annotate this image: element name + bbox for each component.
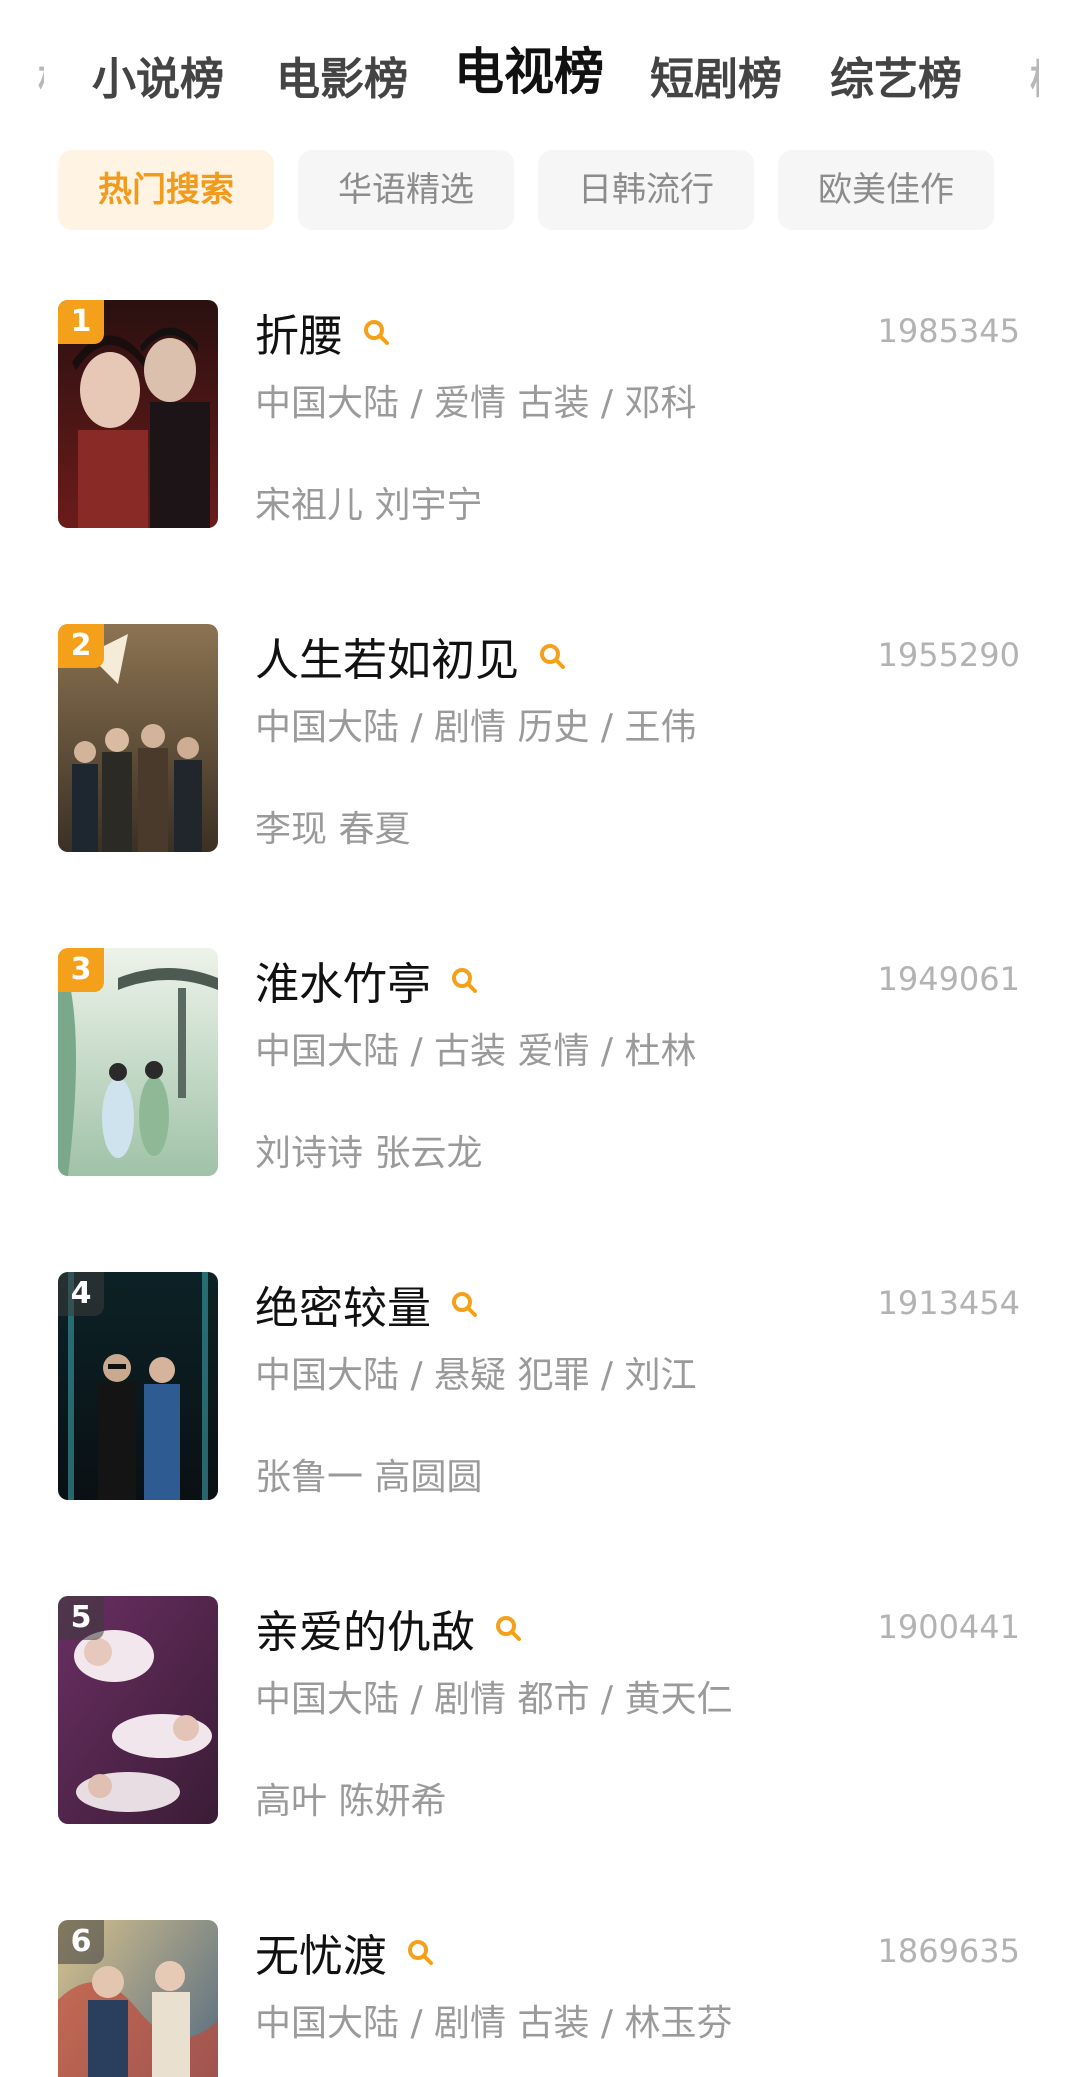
show-cast: 高叶 陈妍希 [255, 1781, 447, 1822]
show-cast: 张鲁一 高圆圆 [255, 1457, 483, 1498]
rank-badge: 4 [58, 1272, 104, 1316]
search-icon[interactable] [361, 317, 391, 347]
show-meta: 中国大陆 / 剧情 都市 / 黄天仁 [255, 1679, 733, 1720]
filter-chips: 热门搜索 华语精选 日韩流行 欧美佳作 [0, 150, 1080, 230]
category-tab-partial-right[interactable]: 榜 [1030, 58, 1039, 102]
show-meta: 中国大陆 / 剧情 古装 / 林玉芬 [255, 2003, 733, 2044]
popularity-score: 1900441 [877, 1608, 1020, 1646]
rank-badge: 1 [58, 300, 104, 344]
show-title: 亲爱的仇敌 [255, 1607, 475, 1658]
list-item[interactable]: 6 无忧渡 1869635 中国大陆 / 剧情 古装 / 林玉芬 [0, 1920, 1080, 2077]
chip-hot-search[interactable]: 热门搜索 [58, 150, 274, 230]
search-icon[interactable] [449, 965, 479, 995]
category-tab-partial-left[interactable]: 榜 [38, 58, 44, 102]
show-title: 无忧渡 [255, 1931, 387, 1982]
show-cast: 刘诗诗 张云龙 [255, 1133, 483, 1174]
chip-japan-korea[interactable]: 日韩流行 [538, 150, 754, 230]
show-title: 绝密较量 [255, 1283, 431, 1334]
title-row: 亲爱的仇敌 [255, 1598, 523, 1658]
list-item[interactable]: 4 绝密较量 1913454 中国大陆 / 悬疑 犯罪 / 刘江 张鲁一 高圆圆 [0, 1272, 1080, 1512]
rank-badge: 2 [58, 624, 104, 668]
show-cast: 宋祖儿 刘宇宁 [255, 485, 483, 526]
chip-western[interactable]: 欧美佳作 [778, 150, 994, 230]
show-title: 人生若如初见 [255, 635, 519, 686]
show-meta: 中国大陆 / 爱情 古装 / 邓科 [255, 383, 697, 424]
list-item[interactable]: 3 淮水竹亭 1949061 中国大陆 / 古装 爱情 / 杜林 刘诗诗 张云龙 [0, 948, 1080, 1188]
tab-novel-ranking[interactable]: 小说榜 [92, 50, 224, 110]
search-icon[interactable] [493, 1613, 523, 1643]
rank-badge: 6 [58, 1920, 104, 1964]
show-meta: 中国大陆 / 剧情 历史 / 王伟 [255, 707, 697, 748]
list-item[interactable]: 2 人生若如初见 1955290 中国大陆 / 剧情 历史 / 王伟 李现 春夏 [0, 624, 1080, 864]
search-icon[interactable] [537, 641, 567, 671]
show-meta: 中国大陆 / 古装 爱情 / 杜林 [255, 1031, 697, 1072]
popularity-score: 1985345 [877, 312, 1020, 350]
rank-badge: 5 [58, 1596, 104, 1640]
tab-tv-ranking[interactable]: 电视榜 [454, 42, 604, 102]
popularity-score: 1869635 [877, 1932, 1020, 1970]
show-meta: 中国大陆 / 悬疑 犯罪 / 刘江 [255, 1355, 697, 1396]
rank-badge: 3 [58, 948, 104, 992]
title-row: 淮水竹亭 [255, 950, 479, 1010]
category-tabs: 榜 小说榜 电影榜 电视榜 短剧榜 综艺榜 榜 [0, 40, 1080, 120]
popularity-score: 1955290 [877, 636, 1020, 674]
title-row: 折腰 [255, 302, 391, 362]
show-title: 淮水竹亭 [255, 959, 431, 1010]
show-cast: 李现 春夏 [255, 809, 411, 850]
search-icon[interactable] [449, 1289, 479, 1319]
list-item[interactable]: 5 亲爱的仇敌 1900441 中国大陆 / 剧情 都市 / 黄天仁 高叶 陈妍… [0, 1596, 1080, 1836]
tab-short-drama-ranking[interactable]: 短剧榜 [650, 50, 782, 110]
tab-movie-ranking[interactable]: 电影榜 [276, 50, 408, 110]
popularity-score: 1913454 [877, 1284, 1020, 1322]
list-item[interactable]: 1 折腰 1985345 中国大陆 / 爱情 古装 / 邓科 宋祖儿 刘宇宁 [0, 300, 1080, 540]
title-row: 无忧渡 [255, 1922, 435, 1982]
chip-chinese-picks[interactable]: 华语精选 [298, 150, 514, 230]
tab-variety-ranking[interactable]: 综艺榜 [830, 50, 962, 110]
popularity-score: 1949061 [877, 960, 1020, 998]
search-icon[interactable] [405, 1937, 435, 1967]
show-title: 折腰 [255, 311, 343, 362]
title-row: 绝密较量 [255, 1274, 479, 1334]
title-row: 人生若如初见 [255, 626, 567, 686]
